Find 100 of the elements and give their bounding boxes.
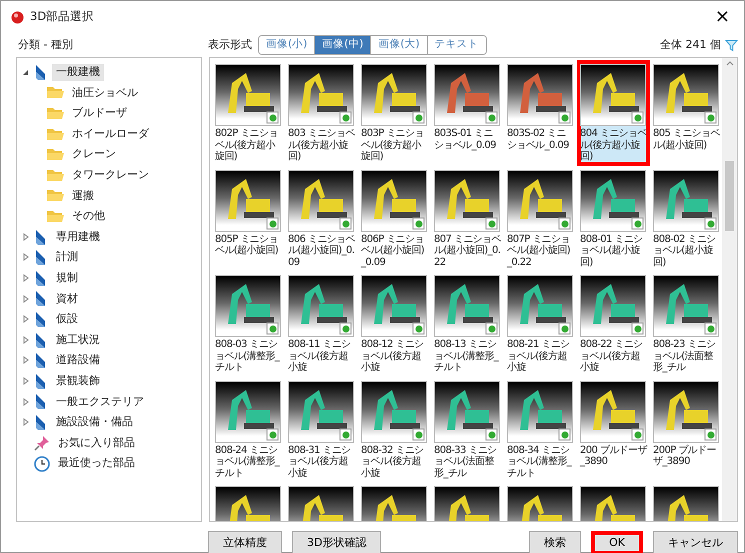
part-tile[interactable]: 803P ミニショベル(後方超小旋回) [358, 60, 431, 166]
dialog-button[interactable]: 3D形状確認 [292, 531, 382, 553]
part-name: 808-12 ミニショベル(後方超小旋 [361, 339, 425, 374]
part-tile[interactable]: 803S-02 ミニショベル_0.09 [504, 60, 577, 154]
window-title: 3D部品選択 [30, 8, 94, 26]
part-tile[interactable]: 806 ミニショベル(超小旋回)_0.09 [285, 166, 358, 271]
machine-thumbnail [580, 275, 646, 337]
expand-arrow-icon[interactable] [21, 313, 30, 326]
machine-thumbnail [215, 170, 281, 232]
tree-item[interactable]: 最近使った部品 [54, 455, 139, 472]
machine-thumbnail [507, 380, 573, 442]
tree-item[interactable]: 計測 [52, 249, 82, 266]
part-tile[interactable]: 200 ブルドーザ_3890 [577, 376, 650, 470]
tree-item[interactable]: 施設設備・備品 [52, 414, 137, 431]
part-name: 808-22 ミニショベル(後方超小旋 [580, 339, 644, 374]
part-tile[interactable]: 808-34 ミニショベル(溝整形_チルト [504, 376, 577, 482]
dialog-button[interactable]: 立体精度 [208, 531, 282, 553]
category-heading: 分類 - 種別 [18, 36, 74, 53]
scroll-thumb[interactable] [725, 160, 734, 231]
part-tile[interactable]: 808-31 ミニショベル(後方超小旋 [285, 376, 358, 482]
view-tab[interactable]: 画像(小) [259, 36, 316, 54]
folder-icon [47, 128, 64, 141]
tree-item[interactable]: ブルドーザ [68, 105, 131, 122]
part-tile[interactable]: 805P ミニショベル(超小旋回) [212, 166, 285, 260]
part-name: 808-24 ミニショベル(溝整形_チルト [215, 444, 281, 479]
close-button[interactable]: × [710, 8, 734, 26]
tree-item[interactable]: 仮設 [52, 311, 82, 328]
part-tile[interactable]: 806P ミニショベル(超小旋回)_0.09 [358, 166, 431, 271]
part-tile[interactable]: 808-02 ミニショベル(超小旋回) [650, 166, 722, 271]
part-tile[interactable]: 808-33 ミニショベル(法面整形_チル [431, 376, 504, 482]
part-name: 808-33 ミニショベル(法面整形_チル [434, 444, 498, 479]
part-tile[interactable]: 802P ミニショベル(後方超小旋回) [212, 60, 285, 166]
machine-thumbnail [653, 170, 719, 232]
part-tile[interactable]: 808-32 ミニショベル(後方超小旋 [358, 376, 431, 482]
tree-item[interactable]: 施工状況 [52, 332, 104, 348]
tree-item[interactable]: 資材 [52, 290, 82, 308]
part-tile[interactable]: 803S-01 ミニショベル_0.09 [431, 60, 504, 154]
machine-thumbnail [580, 170, 646, 232]
clock-icon [34, 456, 50, 472]
machine-thumbnail [361, 170, 427, 232]
expand-arrow-icon[interactable] [21, 416, 30, 428]
expand-arrow-icon[interactable] [21, 354, 30, 367]
part-tile[interactable]: 200P ブルドーザ_3890 [650, 376, 722, 470]
machine-thumbnail [434, 64, 500, 126]
tree-item[interactable]: 景観装飾 [52, 372, 104, 390]
part-tile[interactable]: 808-01 ミニショベル(超小旋回) [577, 166, 650, 271]
part-tile[interactable]: 808-21 ミニショベル(後方超小旋 [504, 271, 577, 376]
part-tile[interactable]: 808-23 ミニショベル(法面整形_チル [650, 271, 722, 376]
part-tile[interactable]: 808-12 ミニショベル(後方超小旋 [358, 271, 431, 376]
part-name: 808-11 ミニショベル(後方超小旋 [288, 339, 352, 374]
expand-arrow-icon[interactable] [21, 252, 30, 264]
part-tile[interactable]: 807 ミニショベル(超小旋回)_0.22 [431, 166, 504, 271]
machine-thumbnail [434, 380, 500, 442]
expand-arrow-icon[interactable] [21, 396, 30, 408]
part-tile[interactable]: 808-03 ミニショベル(溝整形_チルト [212, 271, 285, 376]
expand-arrow-icon[interactable] [21, 334, 30, 346]
machine-thumbnail [361, 380, 427, 442]
tree-item[interactable]: 規制 [52, 270, 82, 286]
part-tile[interactable]: 803 ミニショベル(後方超小旋回) [285, 60, 358, 166]
part-tile[interactable]: 808-13 ミニショベル(溝整形_チルト [431, 271, 504, 376]
part-tile[interactable]: 807P ミニショベル(超小旋回)_0.22 [504, 166, 577, 271]
pushpin-icon [34, 434, 50, 451]
part-tile[interactable]: 808-11 ミニショベル(後方超小旋 [285, 271, 358, 376]
part-tile[interactable]: 808-22 ミニショベル(後方超小旋 [577, 271, 650, 376]
machine-thumbnail [361, 275, 427, 337]
binder-icon [34, 64, 48, 81]
dialog-button[interactable]: 検索 [529, 531, 582, 553]
tree-item[interactable]: お気に入り部品 [54, 434, 139, 452]
tree-item[interactable]: 油圧ショベル [68, 84, 142, 102]
total-count: 全体 241 個 [660, 36, 721, 53]
expand-arrow-icon[interactable] [21, 375, 30, 388]
folder-icon [47, 86, 64, 100]
tree-item[interactable]: タワークレーン [68, 167, 153, 184]
binder-icon [34, 290, 48, 308]
machine-thumbnail [288, 380, 354, 442]
tree-item[interactable]: ホイールローダ [68, 126, 153, 142]
part-name: 200 ブルドーザ_3890 [580, 444, 647, 468]
tree-item[interactable]: 専用建機 [52, 228, 104, 246]
filter-icon[interactable] [725, 38, 738, 52]
machine-thumbnail [434, 275, 500, 337]
vertical-scrollbar[interactable] [722, 58, 737, 521]
tree-item[interactable]: その他 [68, 208, 109, 225]
machine-thumbnail [215, 380, 281, 442]
part-name: 805P ミニショベル(超小旋回) [215, 234, 280, 256]
expand-arrow-icon[interactable] [21, 231, 30, 244]
view-tab[interactable]: 画像(中) [315, 36, 372, 54]
tree-item[interactable]: 一般エクステリア [52, 394, 148, 410]
dialog-button[interactable]: キャンセル [653, 531, 738, 553]
tree-item[interactable]: 運搬 [68, 188, 98, 204]
machine-thumbnail [288, 275, 354, 337]
machine-thumbnail [580, 64, 646, 126]
tree-item[interactable]: 一般建機 [52, 64, 104, 81]
part-tile[interactable]: 805 ミニショベル(超小旋回) [650, 60, 722, 154]
expand-arrow-icon[interactable] [21, 272, 30, 284]
expand-arrow-icon[interactable] [21, 292, 30, 305]
binder-icon [34, 393, 48, 410]
dialog-button[interactable]: OK [591, 531, 643, 553]
tree-item[interactable]: 道路設備 [52, 352, 104, 369]
part-tile[interactable]: 808-24 ミニショベル(溝整形_チルト [212, 376, 285, 482]
tree-item[interactable]: クレーン [68, 146, 120, 163]
